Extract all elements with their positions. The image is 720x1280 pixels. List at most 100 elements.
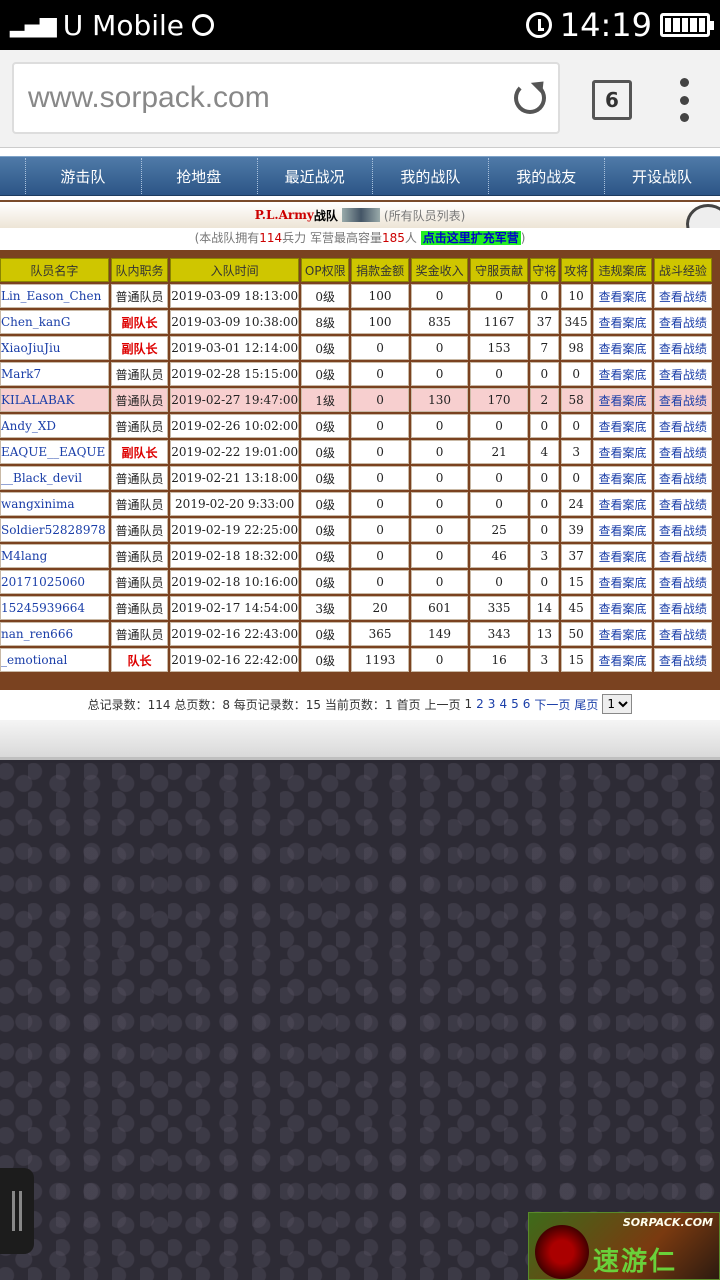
cell-bonus: 0 [410, 440, 469, 464]
member-name-link[interactable]: Black_devil__ [0, 466, 109, 490]
member-name-link[interactable]: 20171025060 [0, 570, 109, 594]
member-name-link[interactable]: XiaoJiuJiu [0, 336, 109, 360]
browser-toolbar: www.sorpack.com 6 [0, 50, 720, 148]
cell-donate: 1193 [351, 648, 409, 672]
cell-op: 3级 [301, 596, 350, 620]
nav-territory[interactable]: 抢地盘 [140, 157, 257, 194]
cell-donate: 0 [351, 336, 409, 360]
member-role: 普通队员 [110, 414, 169, 438]
cell-op: 0级 [301, 284, 350, 308]
cell-time: 2019-02-18 10:16:00 [170, 570, 300, 594]
view-violation-link[interactable]: 查看案底 [593, 336, 652, 360]
member-name-link[interactable]: Lin_Eason_Chen [0, 284, 109, 308]
cell-time: 2019-02-22 19:01:00 [170, 440, 300, 464]
cell-bonus: 149 [410, 622, 469, 646]
member-name-link[interactable]: EAQUE__EAQUE [0, 440, 109, 464]
pager-page-6[interactable]: 6 [523, 697, 531, 711]
view-violation-link[interactable]: 查看案底 [593, 284, 652, 308]
cell-guard: 16 [470, 648, 528, 672]
nav-recent-battles[interactable]: 最近战况 [256, 157, 373, 194]
cell-time: 2019-02-21 13:18:00 [170, 466, 300, 490]
view-violation-link[interactable]: 查看案底 [593, 492, 652, 516]
page-select[interactable]: 1 [602, 694, 633, 714]
view-violation-link[interactable]: 查看案底 [593, 570, 652, 594]
cell-def: 0 [529, 570, 559, 594]
menu-dots-icon[interactable] [678, 78, 690, 122]
cell-op: 0级 [301, 518, 350, 542]
view-record-link[interactable]: 查看战绩 [653, 388, 712, 412]
cell-bonus: 0 [410, 362, 469, 386]
pager-page-2[interactable]: 2 [476, 697, 484, 711]
view-record-link[interactable]: 查看战绩 [653, 492, 712, 516]
reload-icon[interactable] [514, 82, 546, 114]
nav-my-friends[interactable]: 我的战友 [488, 157, 604, 194]
view-record-link[interactable]: 查看战绩 [653, 414, 712, 438]
table-row: nan_ren666 普通队员 2019-02-16 22:43:00 0级 365 14… [0, 622, 712, 646]
view-record-link[interactable]: 查看战绩 [653, 284, 712, 308]
cell-atk: 15 [560, 648, 592, 672]
tab-switcher-button[interactable]: 6 [592, 80, 632, 120]
member-name-link[interactable]: emotional_ [0, 648, 109, 672]
nav-my-team[interactable]: 我的战队 [372, 157, 488, 194]
side-drawer-handle[interactable] [0, 1168, 34, 1254]
cell-guard: 21 [470, 440, 528, 464]
column-header: 队员名字 [0, 258, 109, 282]
cell-atk: 10 [560, 284, 592, 308]
nav-guerrilla[interactable]: 游击队 [25, 157, 141, 194]
member-name-link[interactable]: Soldier52828978 [0, 518, 109, 542]
member-name-link[interactable]: 15245939664 [0, 596, 109, 620]
pager-last[interactable]: 尾页 [574, 696, 598, 713]
expand-barracks-link[interactable]: 点击这里扩充军营 [420, 231, 521, 245]
member-role: 普通队员 [110, 284, 169, 308]
view-record-link[interactable]: 查看战绩 [653, 440, 712, 464]
cell-op: 0级 [301, 466, 350, 490]
info-suffix: ) [520, 231, 526, 245]
view-record-link[interactable]: 查看战绩 [653, 518, 712, 542]
view-record-link[interactable]: 查看战绩 [653, 622, 712, 646]
cell-def: 4 [529, 440, 559, 464]
view-record-link[interactable]: 查看战绩 [653, 362, 712, 386]
view-record-link[interactable]: 查看战绩 [653, 466, 712, 490]
view-violation-link[interactable]: 查看案底 [593, 596, 652, 620]
member-name-link[interactable]: KILALABAK [0, 388, 109, 412]
view-violation-link[interactable]: 查看案底 [593, 388, 652, 412]
member-role: 副队长 [110, 310, 169, 334]
member-name-link[interactable]: nan_ren666 [0, 622, 109, 646]
view-record-link[interactable]: 查看战绩 [653, 310, 712, 334]
member-name-link[interactable]: Andy_XD [0, 414, 109, 438]
view-violation-link[interactable]: 查看案底 [593, 310, 652, 334]
cell-time: 2019-03-09 10:38:00 [170, 310, 300, 334]
view-violation-link[interactable]: 查看案底 [593, 440, 652, 464]
view-record-link[interactable]: 查看战绩 [653, 336, 712, 360]
member-name-link[interactable]: Mark7 [0, 362, 109, 386]
view-violation-link[interactable]: 查看案底 [593, 362, 652, 386]
view-violation-link[interactable]: 查看案底 [593, 648, 652, 672]
address-bar[interactable]: www.sorpack.com [12, 62, 560, 134]
pager-page-5[interactable]: 5 [511, 697, 519, 711]
table-row: 15245939664 普通队员 2019-02-17 14:54:00 3级 20 60… [0, 596, 712, 620]
view-violation-link[interactable]: 查看案底 [593, 518, 652, 542]
view-record-link[interactable]: 查看战绩 [653, 570, 712, 594]
table-header-row: 队员名字 队内职务 入队时间 OP权限 捐款金额 奖金收入 守服贡献 守将 攻将 违规案底 战斗经验 [0, 258, 712, 282]
view-violation-link[interactable]: 查看案底 [593, 466, 652, 490]
cell-op: 8级 [301, 310, 350, 334]
member-role: 副队长 [110, 336, 169, 360]
member-name-link[interactable]: Chen_kanG [0, 310, 109, 334]
pager-page-3[interactable]: 3 [488, 697, 496, 711]
cell-atk: 15 [560, 570, 592, 594]
view-violation-link[interactable]: 查看案底 [593, 414, 652, 438]
member-table-frame: 队员名字 队内职务 入队时间 OP权限 捐款金额 奖金收入 守服贡献 守将 攻将 违规案底 战斗经验… [0, 250, 720, 690]
table-row: KILALABAK 普通队员 2019-02-27 19:47:00 1级 0 130 17… [0, 388, 712, 412]
cell-op: 0级 [301, 414, 350, 438]
view-record-link[interactable]: 查看战绩 [653, 648, 712, 672]
view-record-link[interactable]: 查看战绩 [653, 544, 712, 568]
view-record-link[interactable]: 查看战绩 [653, 596, 712, 620]
cell-op: 0级 [301, 336, 350, 360]
view-violation-link[interactable]: 查看案底 [593, 622, 652, 646]
pager-next[interactable]: 下一页 [534, 696, 570, 713]
pager-page-4[interactable]: 4 [499, 697, 507, 711]
member-name-link[interactable]: wangxinima [0, 492, 109, 516]
view-violation-link[interactable]: 查看案底 [593, 544, 652, 568]
member-name-link[interactable]: M4lang [0, 544, 109, 568]
nav-create-team[interactable]: 开设战队 [604, 157, 720, 194]
